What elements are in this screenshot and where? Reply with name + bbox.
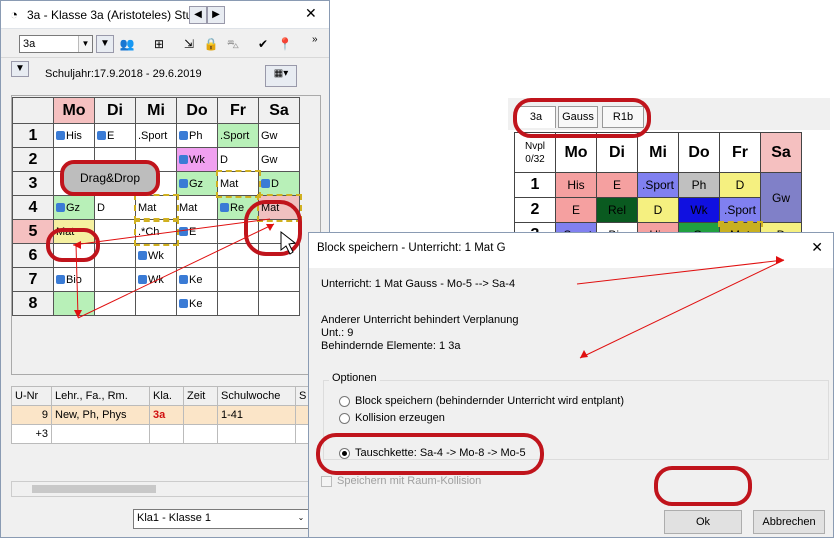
arrowhead bbox=[776, 256, 784, 264]
arrow-right-mo5-sa4 bbox=[576, 259, 785, 285]
arrow-mo8-sa4 bbox=[77, 223, 275, 319]
arrow-right-sa4-mo8 bbox=[579, 259, 785, 359]
arrow-mo5-mo8 bbox=[75, 243, 79, 317]
mouse-cursor-icon bbox=[280, 230, 297, 255]
arrow-overlay bbox=[72, 218, 785, 359]
arrowhead bbox=[580, 350, 588, 358]
arrow-sa4-mo5 bbox=[72, 218, 271, 246]
arrowhead bbox=[73, 241, 81, 249]
